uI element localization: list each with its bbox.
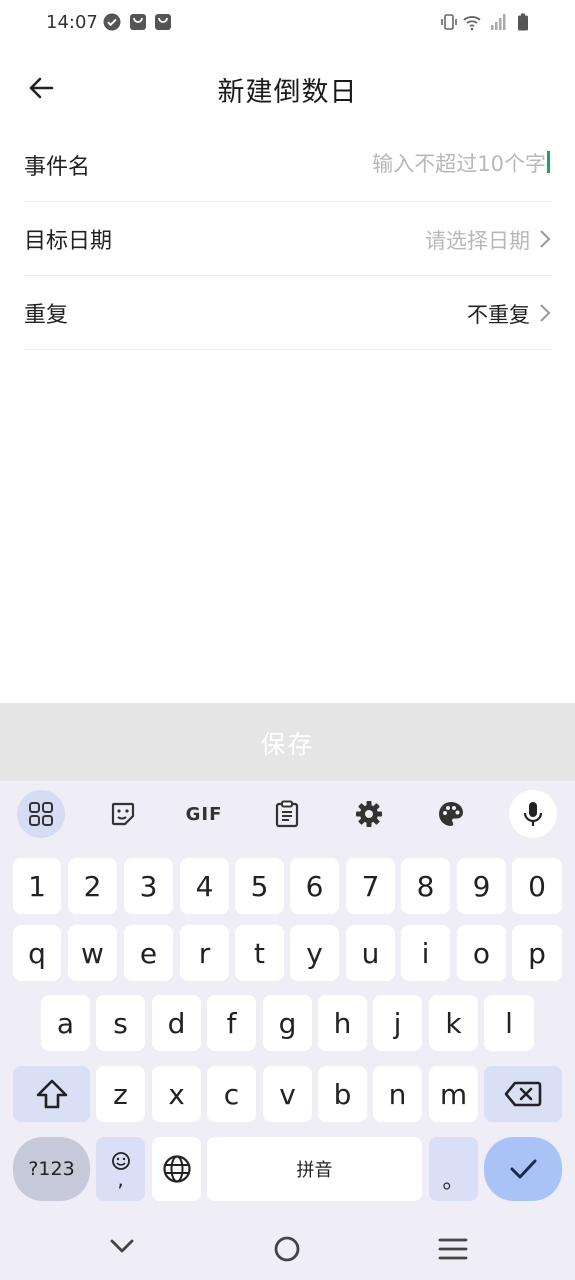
clipboard-icon <box>275 800 299 828</box>
battery-icon <box>518 13 528 31</box>
key-6[interactable]: 6 <box>290 858 339 914</box>
key-3[interactable]: 3 <box>124 858 173 914</box>
nav-menu-icon[interactable] <box>433 1229 473 1269</box>
enter-key[interactable] <box>484 1137 562 1201</box>
check-icon <box>510 1159 537 1179</box>
symbols-key[interactable]: ?123 <box>13 1137 90 1201</box>
chevron-right-icon <box>540 230 551 248</box>
shift-key[interactable] <box>13 1066 90 1122</box>
period-key[interactable]: 。 <box>429 1137 478 1201</box>
key-v[interactable]: v <box>263 1066 312 1122</box>
key-y[interactable]: y <box>290 925 339 981</box>
key-w[interactable]: w <box>68 925 117 981</box>
key-8[interactable]: 8 <box>401 858 450 914</box>
key-j[interactable]: j <box>373 995 422 1051</box>
nav-back-icon[interactable] <box>102 1229 142 1269</box>
target-date-label: 目标日期 <box>24 229 113 254</box>
check-circle-icon <box>103 13 121 31</box>
key-k[interactable]: k <box>429 995 478 1051</box>
event-name-input[interactable] <box>224 143 548 185</box>
apps-grid-icon <box>29 802 53 826</box>
globe-icon <box>162 1155 191 1183</box>
settings-button[interactable] <box>345 790 393 838</box>
key-7[interactable]: 7 <box>346 858 395 914</box>
event-name-label: 事件名 <box>24 155 91 180</box>
language-key[interactable] <box>152 1137 201 1201</box>
key-u[interactable]: u <box>346 925 395 981</box>
settings-icon <box>356 801 382 827</box>
key-a[interactable]: a <box>41 995 90 1051</box>
key-g[interactable]: g <box>263 995 312 1051</box>
save-button[interactable]: 保存 <box>0 703 575 781</box>
voice-input-button[interactable] <box>509 790 557 838</box>
repeat-value: 不重复 <box>467 303 530 327</box>
bag-icon <box>130 14 146 30</box>
bag-icon <box>155 14 171 30</box>
backspace-key[interactable] <box>484 1066 562 1122</box>
status-bar: 14:07 <box>0 0 575 48</box>
repeat-label: 重复 <box>24 303 69 328</box>
key-x[interactable]: x <box>152 1066 201 1122</box>
wifi-icon <box>463 16 481 31</box>
key-n[interactable]: n <box>373 1066 422 1122</box>
key-c[interactable]: c <box>207 1066 256 1122</box>
key-i[interactable]: i <box>401 925 450 981</box>
target-date-value: 请选择日期 <box>425 229 530 253</box>
clipboard-button[interactable] <box>263 790 311 838</box>
target-date-row[interactable]: 目标日期 请选择日期 <box>24 201 552 276</box>
keyboard: GIF 1 2 3 4 5 6 7 8 9 0 q w e r t y u i … <box>0 781 575 1280</box>
gif-button[interactable]: GIF <box>180 790 228 838</box>
shift-icon <box>36 1079 67 1109</box>
key-q[interactable]: q <box>13 925 61 981</box>
comma-label: , <box>117 1167 124 1191</box>
key-e[interactable]: e <box>124 925 173 981</box>
key-4[interactable]: 4 <box>180 858 229 914</box>
key-2[interactable]: 2 <box>68 858 117 914</box>
key-s[interactable]: s <box>96 995 145 1051</box>
sticker-button[interactable] <box>99 790 147 838</box>
signal-icon <box>491 14 506 30</box>
key-5[interactable]: 5 <box>235 858 284 914</box>
page-title: 新建倒数日 <box>217 77 358 108</box>
key-d[interactable]: d <box>152 995 201 1051</box>
space-key[interactable]: 拼音 <box>207 1137 422 1201</box>
repeat-row[interactable]: 重复 不重复 <box>24 275 552 350</box>
key-o[interactable]: o <box>457 925 506 981</box>
palette-icon <box>439 802 463 826</box>
text-caret <box>547 151 550 173</box>
key-h[interactable]: h <box>318 995 367 1051</box>
mic-icon <box>523 802 543 826</box>
chevron-right-icon <box>540 304 551 322</box>
gif-icon: GIF <box>185 803 223 825</box>
key-z[interactable]: z <box>96 1066 145 1122</box>
theme-button[interactable] <box>427 790 475 838</box>
vibrate-icon <box>441 14 457 30</box>
key-f[interactable]: f <box>207 995 256 1051</box>
backspace-icon <box>504 1081 542 1107</box>
apps-grid-button[interactable] <box>17 790 65 838</box>
nav-home-icon[interactable] <box>267 1229 307 1269</box>
key-b[interactable]: b <box>318 1066 367 1122</box>
status-time: 14:07 <box>46 12 98 33</box>
key-0[interactable]: 0 <box>512 858 562 914</box>
key-1[interactable]: 1 <box>13 858 61 914</box>
key-m[interactable]: m <box>429 1066 478 1122</box>
emoji-key[interactable]: , <box>96 1137 145 1201</box>
key-l[interactable]: l <box>484 995 534 1051</box>
key-p[interactable]: p <box>512 925 562 981</box>
save-button-label: 保存 <box>260 730 315 759</box>
sticker-icon <box>111 802 135 826</box>
key-9[interactable]: 9 <box>457 858 506 914</box>
event-name-row[interactable]: 事件名 <box>24 127 552 202</box>
key-r[interactable]: r <box>180 925 229 981</box>
key-t[interactable]: t <box>235 925 284 981</box>
